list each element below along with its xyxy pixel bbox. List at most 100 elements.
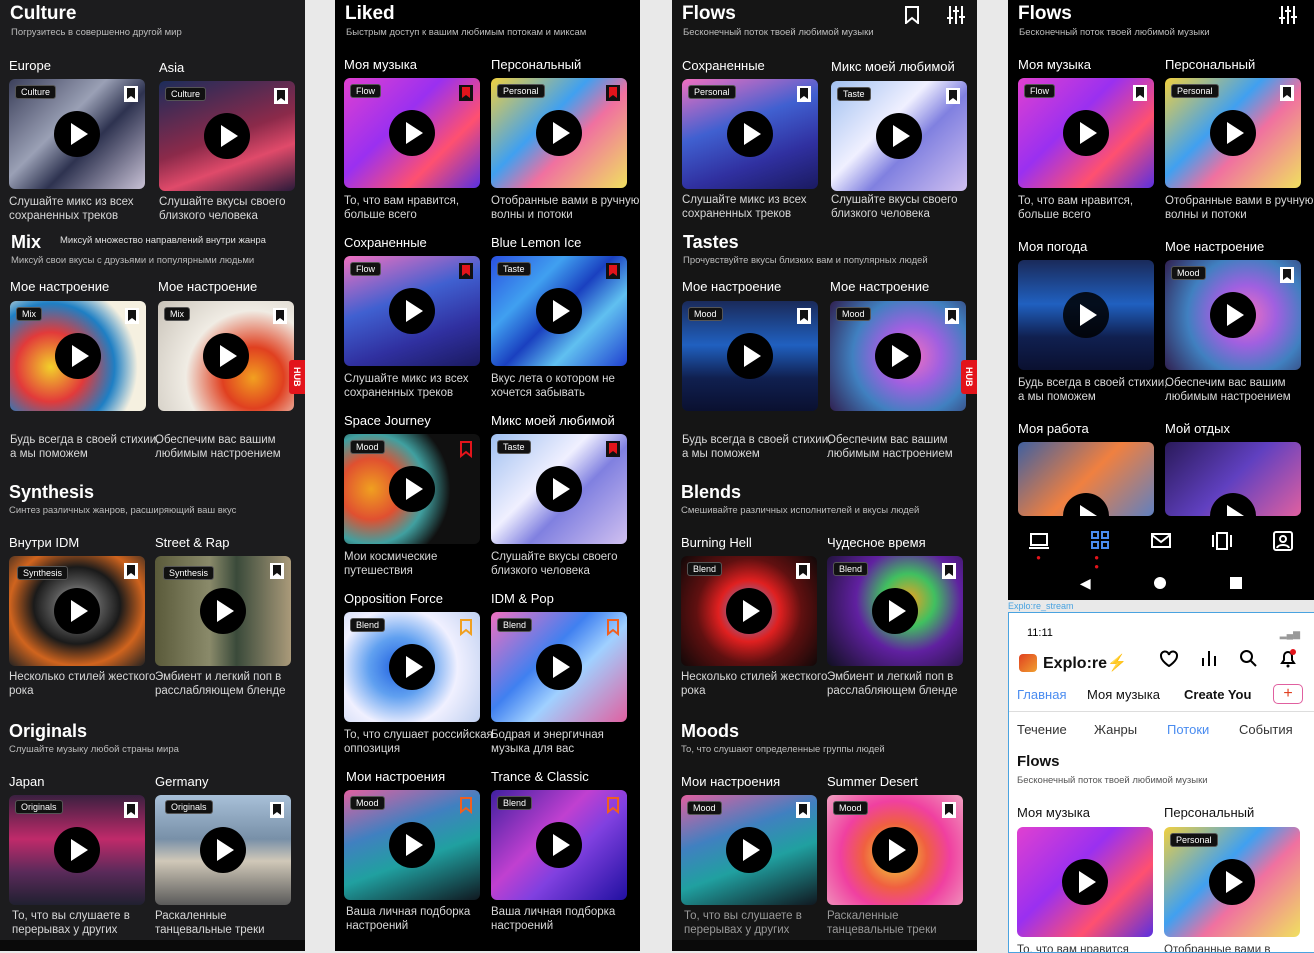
- card-thumbnail: Taste: [831, 81, 967, 191]
- home-icon[interactable]: [1154, 577, 1167, 589]
- play-button[interactable]: [536, 466, 582, 512]
- play-button[interactable]: [1063, 493, 1109, 516]
- bookmark-icon[interactable]: [1279, 84, 1295, 102]
- play-button[interactable]: [1063, 110, 1109, 156]
- bookmark-icon[interactable]: [123, 801, 139, 819]
- play-button[interactable]: [872, 827, 918, 873]
- card-title: Asia: [159, 60, 185, 75]
- flows-screen-compact: Flows Бесконечный поток твоей любимой му…: [1008, 0, 1314, 600]
- nav-carousel-icon[interactable]: [1211, 531, 1233, 551]
- play-button[interactable]: [203, 333, 249, 379]
- bookmark-icon[interactable]: [941, 562, 957, 580]
- play-button[interactable]: [536, 110, 582, 156]
- play-button[interactable]: [872, 588, 918, 634]
- hub-tab[interactable]: HUB: [289, 360, 305, 394]
- play-button[interactable]: [1062, 859, 1108, 905]
- play-button[interactable]: [389, 110, 435, 156]
- play-button[interactable]: [55, 333, 101, 379]
- subtab-events[interactable]: События: [1239, 722, 1293, 737]
- culture-screen: Culture Погрузитесь в совершенно другой …: [0, 0, 305, 951]
- subtab-streams[interactable]: Потоки: [1167, 722, 1209, 737]
- nav-profile-icon[interactable]: [1272, 531, 1294, 551]
- filter-icon[interactable]: [946, 5, 966, 25]
- bookmark-icon[interactable]: [458, 618, 474, 636]
- play-button[interactable]: [200, 588, 246, 634]
- play-button[interactable]: [389, 822, 435, 868]
- play-button[interactable]: [389, 644, 435, 690]
- play-button[interactable]: [204, 113, 250, 159]
- play-button[interactable]: [727, 111, 773, 157]
- play-button[interactable]: [54, 588, 100, 634]
- section-subtitle: Слушайте музыку любой страны мира: [9, 744, 179, 755]
- bookmark-icon[interactable]: [1279, 266, 1295, 284]
- recents-icon[interactable]: [1230, 577, 1243, 589]
- play-button[interactable]: [54, 827, 100, 873]
- play-button[interactable]: [727, 333, 773, 379]
- play-button[interactable]: [1210, 292, 1256, 338]
- back-icon[interactable]: ◀: [1080, 575, 1091, 592]
- bookmark-icon[interactable]: [124, 307, 140, 325]
- play-button[interactable]: [875, 333, 921, 379]
- play-button[interactable]: [536, 288, 582, 334]
- play-button[interactable]: [1210, 493, 1256, 516]
- bookmark-icon[interactable]: [458, 262, 474, 280]
- subtab-genres[interactable]: Жанры: [1094, 722, 1137, 737]
- bookmark-icon[interactable]: [269, 801, 285, 819]
- bookmark-icon[interactable]: [904, 6, 920, 24]
- bookmark-icon[interactable]: [605, 440, 621, 458]
- bookmark-icon[interactable]: [1132, 84, 1148, 102]
- tab-my-music[interactable]: Моя музыка: [1087, 687, 1160, 702]
- bookmark-icon[interactable]: [605, 84, 621, 102]
- nav-grid-icon[interactable]: ● ●: [1089, 531, 1111, 571]
- card-title: Сохраненные: [344, 235, 427, 250]
- card-badge: Flow: [350, 262, 382, 276]
- bookmark-icon[interactable]: [795, 801, 811, 819]
- bookmark-icon[interactable]: [269, 562, 285, 580]
- play-button[interactable]: [726, 827, 772, 873]
- card-description: Несколько стилей жесткого рока: [681, 671, 828, 697]
- play-button[interactable]: [536, 822, 582, 868]
- filter-icon[interactable]: [1278, 5, 1298, 25]
- bookmark-icon[interactable]: [458, 796, 474, 814]
- heart-icon[interactable]: [1159, 649, 1179, 667]
- bookmark-icon[interactable]: [123, 562, 139, 580]
- tab-create-you[interactable]: Create You: [1184, 687, 1251, 702]
- card-description: Слушайте вкусы своего близкого человека: [831, 194, 958, 220]
- nav-mail-icon[interactable]: [1150, 531, 1172, 551]
- play-button[interactable]: [1210, 110, 1256, 156]
- play-button[interactable]: [1209, 859, 1255, 905]
- play-button[interactable]: [876, 113, 922, 159]
- bookmark-icon[interactable]: [272, 307, 288, 325]
- bookmark-icon[interactable]: [458, 440, 474, 458]
- subtab-flow[interactable]: Течение: [1017, 722, 1067, 737]
- play-button[interactable]: [389, 466, 435, 512]
- nav-laptop-icon[interactable]: ●: [1028, 531, 1050, 562]
- bookmark-icon[interactable]: [796, 307, 812, 325]
- play-button[interactable]: [726, 588, 772, 634]
- play-button[interactable]: [389, 288, 435, 334]
- add-button[interactable]: +: [1273, 684, 1303, 704]
- bookmark-icon[interactable]: [123, 85, 139, 103]
- bookmark-icon[interactable]: [458, 84, 474, 102]
- bookmark-icon[interactable]: [944, 307, 960, 325]
- play-button[interactable]: [1063, 292, 1109, 338]
- bookmark-icon[interactable]: [273, 87, 289, 105]
- bookmark-icon[interactable]: [605, 618, 621, 636]
- search-icon[interactable]: [1239, 649, 1257, 667]
- bookmark-icon[interactable]: [605, 796, 621, 814]
- play-button[interactable]: [536, 644, 582, 690]
- card-description: Отобранные вами в ручную волны и потоки: [491, 195, 640, 221]
- bookmark-icon[interactable]: [796, 85, 812, 103]
- bell-icon[interactable]: [1279, 648, 1297, 668]
- bookmark-icon[interactable]: [605, 262, 621, 280]
- play-button[interactable]: [200, 827, 246, 873]
- tab-home[interactable]: Главная: [1017, 687, 1066, 702]
- card-thumbnail: Personal: [491, 78, 627, 188]
- bookmark-icon[interactable]: [795, 562, 811, 580]
- bookmark-icon[interactable]: [945, 87, 961, 105]
- chart-icon[interactable]: [1200, 649, 1218, 667]
- hub-tab[interactable]: HUB: [961, 360, 977, 394]
- card-badge: Mix: [164, 307, 190, 321]
- play-button[interactable]: [54, 111, 100, 157]
- bookmark-icon[interactable]: [941, 801, 957, 819]
